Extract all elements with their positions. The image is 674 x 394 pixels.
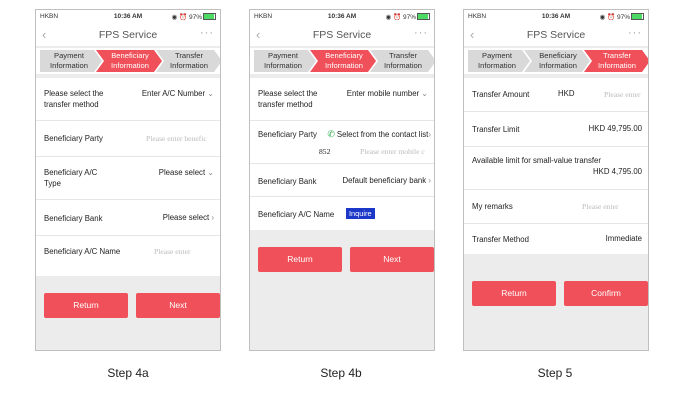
form-body: Please select the transfer method Enter … [36, 78, 220, 276]
step-1-label: Payment Information [478, 51, 516, 70]
step-1-label: Payment Information [264, 51, 302, 70]
beneficiary-bank-select[interactable]: Default beneficiary bank › [343, 176, 432, 185]
step-3-label: Transfer Information [384, 51, 422, 70]
nav-bar: ‹ FPS Service ··· [36, 24, 220, 46]
beneficiary-party-row: Beneficiary Party ✆ Select from the conta… [250, 121, 434, 164]
caption-step-4b: Step 4b [320, 366, 362, 380]
nav-bar: ‹ FPS Service ··· [464, 24, 648, 46]
chevron-down-icon: ⌄ [421, 89, 428, 98]
transfer-method-label: Please select the transfer method [44, 89, 104, 109]
step-progress: Payment Information Beneficiary Informatio… [464, 48, 648, 74]
nav-bar: ‹ FPS Service ··· [250, 24, 434, 46]
transfer-limit-label: Transfer Limit [472, 125, 520, 134]
return-button[interactable]: Return [44, 293, 128, 318]
account-type-select[interactable]: Please select ⌄ [159, 168, 214, 177]
transfer-method-row[interactable]: Please select the transfer method Enter … [250, 78, 434, 121]
transfer-limit-row: Transfer Limit HKD 49,795.00 [464, 112, 648, 147]
page-title: FPS Service [526, 29, 586, 41]
next-button[interactable]: Next [136, 293, 220, 318]
remarks-label: My remarks [472, 202, 513, 211]
page-title: FPS Service [98, 29, 158, 41]
account-name-input[interactable]: Please enter [154, 247, 190, 256]
beneficiary-bank-label: Beneficiary Bank [258, 177, 317, 186]
beneficiary-party-label: Beneficiary Party [258, 130, 317, 139]
more-icon[interactable]: ··· [414, 27, 428, 39]
form-body: Please select the transfer method Enter … [250, 78, 434, 230]
transfer-method-select[interactable]: Enter mobile number ⌄ [347, 89, 428, 98]
step-2-label: Beneficiary Information [325, 51, 363, 70]
step-2-label: Beneficiary Information [539, 51, 577, 70]
small-value-limit-row: Available limit for small-value transfer… [464, 147, 648, 190]
more-icon[interactable]: ··· [628, 27, 642, 39]
transfer-method-label: Transfer Method [472, 235, 529, 244]
phone-screen-step-4a: HKBN 10:36 AM ◉ ⏰ 97% ‹ FPS Service ··· … [35, 9, 221, 351]
transfer-amount-label: Transfer Amount [472, 90, 530, 99]
chevron-right-icon: › [428, 130, 431, 139]
mobile-number-input[interactable]: Please enter mobile c [360, 147, 430, 156]
transfer-method-label: Please select the transfer method [258, 89, 318, 109]
chevron-right-icon: › [211, 213, 214, 222]
account-name-row: Beneficiary A/C Name Inquire [250, 197, 434, 229]
beneficiary-party-label: Beneficiary Party [44, 134, 103, 143]
remarks-input[interactable]: Please enter [582, 202, 618, 211]
account-type-row[interactable]: Beneficiary A/C Type Please select ⌄ [36, 157, 220, 200]
confirm-button[interactable]: Confirm [564, 281, 648, 306]
transfer-method-row: Transfer Method Immediate [464, 224, 648, 254]
transfer-method-value: Immediate [605, 234, 642, 243]
contact-list-link[interactable]: ✆ Select from the contact list› [327, 129, 431, 140]
account-name-row: Beneficiary A/C Name Please enter [36, 236, 220, 274]
step-progress: Payment Information Beneficiary Informatio… [36, 48, 220, 74]
transfer-amount-input[interactable]: Please enter [604, 90, 640, 99]
chevron-down-icon: ⌄ [207, 89, 214, 98]
step-progress: Payment Information Beneficiary Informatio… [250, 48, 434, 74]
step-1-label: Payment Information [50, 51, 88, 70]
transfer-method-select[interactable]: Enter A/C Number ⌄ [142, 89, 214, 98]
caption-step-5: Step 5 [537, 366, 573, 380]
currency-label: HKD [558, 89, 575, 98]
return-button[interactable]: Return [472, 281, 556, 306]
beneficiary-bank-select[interactable]: Please select › [163, 213, 214, 222]
phone-screen-step-5: HKBN 10:36 AM ◉ ⏰ 97% ‹ FPS Service ··· … [463, 9, 649, 351]
small-value-limit-value: HKD 4,795.00 [593, 167, 642, 176]
chevron-down-icon: ⌄ [207, 168, 214, 177]
battery-icon [631, 13, 644, 20]
transfer-method-row[interactable]: Please select the transfer method Enter … [36, 78, 220, 121]
form-body: Transfer Amount HKD Please enter Transfe… [464, 78, 648, 254]
status-bar: HKBN 10:36 AM ◉ ⏰ 97% [464, 10, 648, 24]
beneficiary-bank-row[interactable]: Beneficiary Bank Default beneficiary ban… [250, 164, 434, 197]
step-3-label: Transfer Information [170, 51, 208, 70]
caption-step-4a: Step 4a [107, 366, 149, 380]
status-bar: HKBN 10:36 AM ◉ ⏰ 97% [250, 10, 434, 24]
battery-indicator: ◉ ⏰ 97% [386, 13, 430, 21]
return-button[interactable]: Return [258, 247, 342, 272]
inquire-button[interactable]: Inquire [346, 208, 375, 219]
chevron-right-icon: › [428, 176, 431, 185]
battery-icon [203, 13, 216, 20]
transfer-amount-row: Transfer Amount HKD Please enter [464, 78, 648, 112]
battery-indicator: ◉ ⏰ 97% [172, 13, 216, 21]
account-type-label: Beneficiary A/C Type [44, 168, 98, 188]
beneficiary-bank-label: Beneficiary Bank [44, 214, 103, 223]
country-code: 852 [319, 147, 331, 156]
transfer-limit-value: HKD 49,795.00 [588, 124, 642, 133]
small-value-limit-label: Available limit for small-value transfer [472, 156, 601, 165]
page-title: FPS Service [312, 29, 372, 41]
beneficiary-party-row: Beneficiary Party Please enter benefic [36, 121, 220, 157]
beneficiary-party-input[interactable]: Please enter benefic [146, 134, 218, 143]
battery-icon [417, 13, 430, 20]
step-3-label: Transfer Information [598, 51, 636, 70]
more-icon[interactable]: ··· [200, 27, 214, 39]
phone-icon: ✆ [327, 129, 335, 139]
status-bar: HKBN 10:36 AM ◉ ⏰ 97% [36, 10, 220, 24]
phone-screen-step-4b: HKBN 10:36 AM ◉ ⏰ 97% ‹ FPS Service ··· … [249, 9, 435, 351]
battery-indicator: ◉ ⏰ 97% [600, 13, 644, 21]
step-2-label: Beneficiary Information [111, 51, 149, 70]
beneficiary-bank-row[interactable]: Beneficiary Bank Please select › [36, 200, 220, 236]
account-name-label: Beneficiary A/C Name [44, 247, 121, 256]
remarks-row: My remarks Please enter [464, 190, 648, 224]
account-name-label: Beneficiary A/C Name [258, 210, 335, 219]
next-button[interactable]: Next [350, 247, 434, 272]
